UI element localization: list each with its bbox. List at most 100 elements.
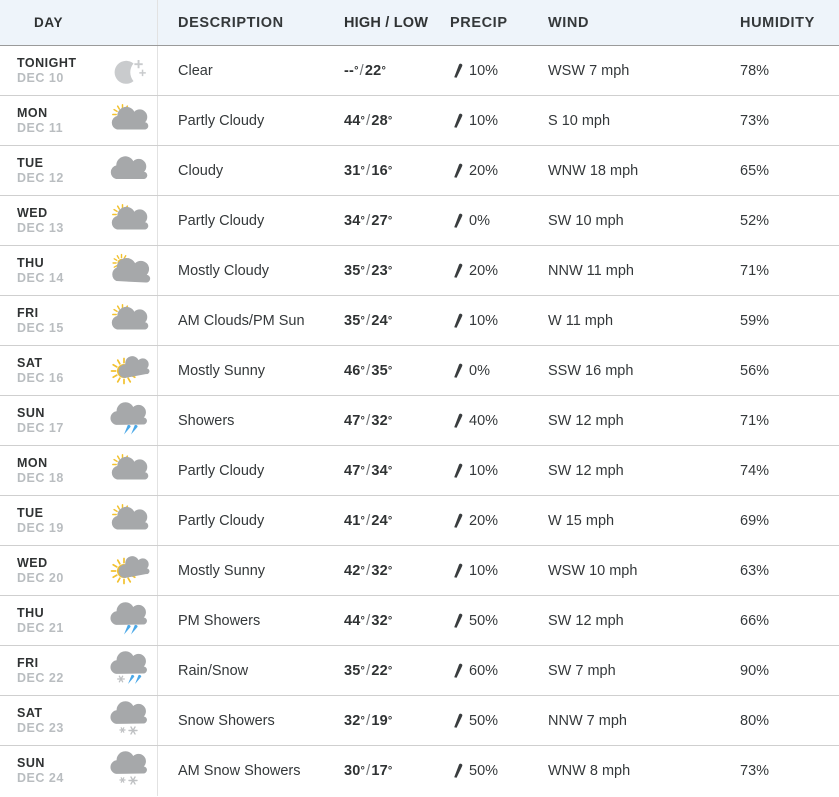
low-temp: 19 — [371, 712, 388, 729]
raindrop-icon — [450, 562, 466, 580]
table-row[interactable]: TONIGHT DEC 10 Clear -- °/22 ° 10% WSW 7 mph 78% — [0, 46, 839, 96]
day-cell: WED DEC 20 — [0, 546, 158, 595]
high-low-cell: 32 °/19 ° — [344, 712, 393, 729]
wind-cell: WNW 8 mph — [548, 763, 631, 779]
description-cell: PM Showers — [178, 612, 261, 629]
humidity-cell: 90% — [740, 662, 770, 679]
description-cell: Rain/Snow — [178, 662, 249, 679]
day-labels: MON DEC 11 — [17, 106, 103, 136]
low-temp: 32 — [371, 562, 388, 579]
sun-with-small-cloud-icon — [103, 549, 155, 593]
day-labels: SAT DEC 16 — [17, 356, 103, 386]
temp-separator: / — [366, 763, 371, 779]
table-row[interactable]: SAT DEC 16 Mostly Sunny 46 °/35 ° 0% SSW 16 mph… — [0, 346, 839, 396]
precip-cell: 60% — [448, 646, 545, 695]
wind-cell: SW 10 mph — [548, 212, 624, 229]
raindrop-icon — [450, 512, 466, 530]
temp-separator: / — [366, 212, 371, 229]
day-name: FRI — [17, 305, 39, 320]
day-labels: FRI DEC 22 — [17, 656, 103, 686]
high-temp: 31 — [344, 162, 361, 179]
raindrop-icon — [450, 262, 466, 280]
table-row[interactable]: SUN DEC 24 AM Snow Showers 30 °/17 ° 50% WNW 8 … — [0, 746, 839, 796]
high-low-cell: 35 °/24 ° — [344, 312, 393, 329]
sun-with-small-cloud-icon — [103, 349, 155, 393]
precip-cell: 0% — [448, 196, 545, 245]
header-cell-description: DESCRIPTION — [178, 14, 284, 31]
table-row[interactable]: SAT DEC 23 Snow Showers 32 °/19 ° 50% NNW 7 mph… — [0, 696, 839, 746]
day-name: TUE — [17, 155, 44, 170]
high-low-cell: 42 °/32 ° — [344, 562, 393, 579]
day-cell: TONIGHT DEC 10 — [0, 46, 158, 95]
humidity-cell: 74% — [740, 462, 770, 479]
high-temp: 47 — [344, 462, 361, 479]
day-name: WED — [17, 555, 48, 570]
high-low-cell: 46 °/35 ° — [344, 362, 393, 379]
day-name: TONIGHT — [17, 55, 77, 70]
cloud-icon — [103, 149, 155, 193]
sun-behind-cloud-icon — [103, 99, 155, 143]
raindrop-icon — [450, 162, 466, 180]
temp-separator: / — [366, 262, 371, 279]
precip-cell: 20% — [448, 146, 545, 195]
day-date: DEC 14 — [17, 270, 64, 285]
high-low-cell: 47 °/32 ° — [344, 412, 393, 429]
day-cell: SUN DEC 17 — [0, 396, 158, 445]
description-cell: Partly Cloudy — [178, 512, 265, 529]
raindrop-icon — [450, 412, 466, 430]
low-temp: 34 — [371, 462, 388, 479]
temp-separator: / — [366, 312, 371, 329]
rain-cloud-icon — [103, 599, 155, 643]
high-low-cell: 47 °/34 ° — [344, 462, 393, 479]
day-date: DEC 13 — [17, 220, 64, 235]
high-temp: 34 — [344, 212, 361, 229]
table-row[interactable]: MON DEC 11 Partly Cloudy 44 °/28 ° 10% S 10 mph… — [0, 96, 839, 146]
low-temp: 27 — [371, 212, 388, 229]
temp-separator: / — [366, 562, 371, 579]
sun-behind-cloud-icon — [103, 449, 155, 493]
wind-cell: W 15 mph — [548, 512, 615, 529]
precip-cell: 20% — [448, 496, 545, 545]
high-low-cell: 35 °/22 ° — [344, 662, 393, 679]
day-name: THU — [17, 605, 45, 620]
rain-snow-cloud-icon — [103, 649, 155, 693]
wind-cell: WSW 7 mph — [548, 62, 630, 79]
high-temp: 46 — [344, 362, 361, 379]
temp-separator: / — [366, 362, 371, 379]
table-row[interactable]: THU DEC 14 Mostly Cloudy 35 °/23 ° 20% NNW 11 m… — [0, 246, 839, 296]
day-cell: THU DEC 21 — [0, 596, 158, 645]
sun-behind-large-cloud-icon — [103, 249, 155, 293]
description-cell: Showers — [178, 412, 235, 429]
table-row[interactable]: FRI DEC 22 Rain/Snow 35 °/22 ° 60% SW 7 mph 90% — [0, 646, 839, 696]
humidity-cell: 66% — [740, 612, 770, 629]
day-cell: TUE DEC 19 — [0, 496, 158, 545]
header-cell-day: DAY — [0, 0, 158, 45]
precip-cell: 10% — [448, 46, 545, 95]
raindrop-icon — [450, 312, 466, 330]
low-temp: 24 — [371, 512, 388, 529]
rain-cloud-icon — [103, 399, 155, 443]
table-row[interactable]: FRI DEC 15 AM Clouds/PM Sun 35 °/24 ° 10% W 11 … — [0, 296, 839, 346]
day-name: MON — [17, 455, 48, 470]
table-row[interactable]: TUE DEC 12 Cloudy 31 °/16 ° 20% WNW 18 mph 65% — [0, 146, 839, 196]
precip-cell: 10% — [448, 446, 545, 495]
table-row[interactable]: WED DEC 20 Mostly Sunny 42 °/32 ° 10% WSW 10 mp… — [0, 546, 839, 596]
table-row[interactable]: MON DEC 18 Partly Cloudy 47 °/34 ° 10% SW 12 mp… — [0, 446, 839, 496]
description-cell: Cloudy — [178, 162, 224, 179]
sun-behind-cloud-icon — [103, 299, 155, 343]
raindrop-icon — [450, 762, 466, 780]
day-labels: FRI DEC 15 — [17, 306, 103, 336]
precip-value: 10% — [469, 112, 499, 129]
table-row[interactable]: SUN DEC 17 Showers 47 °/32 ° 40% SW 12 mph 71% — [0, 396, 839, 446]
high-low-cell: 31 °/16 ° — [344, 162, 393, 179]
precip-cell: 40% — [448, 396, 545, 445]
table-row[interactable]: TUE DEC 19 Partly Cloudy 41 °/24 ° 20% W 15 mph… — [0, 496, 839, 546]
day-date: DEC 21 — [17, 620, 64, 635]
table-row[interactable]: WED DEC 13 Partly Cloudy 34 °/27 ° 0% SW 10 mph… — [0, 196, 839, 246]
day-name: THU — [17, 255, 45, 270]
header-label-day: DAY — [34, 15, 64, 30]
table-row[interactable]: THU DEC 21 PM Showers 44 °/32 ° 50% SW 12 mph 66… — [0, 596, 839, 646]
day-date: DEC 12 — [17, 170, 64, 185]
high-low-cell: 30 °/17 ° — [344, 763, 393, 779]
high-temp: 35 — [344, 262, 361, 279]
